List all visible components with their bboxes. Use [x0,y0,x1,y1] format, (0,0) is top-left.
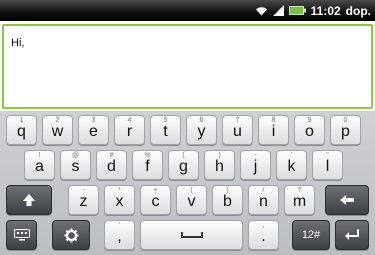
space-bar-icon [141,221,242,249]
key-d[interactable]: # d [96,150,127,180]
message-text: Hi, [11,37,25,49]
comma-key-label: , [117,228,122,245]
key-o[interactable]: 9 o [294,115,325,145]
key-b[interactable]: ) b [212,185,243,215]
keyboard-icon [7,221,36,249]
key-u[interactable]: 7 u [222,115,253,145]
key-e-label: e [89,123,98,140]
comma-key[interactable]: ' , [104,220,135,250]
key-c-label: c [151,193,160,210]
key-m-label: m [292,193,307,210]
key-x[interactable]: * x [104,185,135,215]
key-p-label: p [341,123,350,140]
key-u-label: u [233,123,242,140]
space-key[interactable] [140,220,243,250]
keyboard: 1 q 2 w 3 e 4 r 5 t 6 y 7 u 8 i 9 o 0 p … [0,111,375,255]
key-h-label: h [215,158,224,175]
key-p[interactable]: 0 p [330,115,361,145]
key-i-label: i [271,123,276,140]
battery-icon [288,6,306,15]
key-a[interactable]: ! a [24,150,55,180]
gear-icon [53,221,89,249]
shift-icon [7,186,51,214]
key-t[interactable]: 5 t [150,115,181,145]
key-n[interactable]: / n [248,185,279,215]
key-j-label: j [253,158,258,175]
enter-icon [336,221,368,249]
status-area: 11:02 dop. [255,2,371,19]
shift-key[interactable] [6,185,52,215]
key-e[interactable]: 3 e [78,115,109,145]
key-w[interactable]: 2 w [42,115,73,145]
key-f-label: f [145,158,150,175]
key-s-label: s [71,158,80,175]
key-l-label: l [325,158,330,175]
key-f[interactable]: % f [132,150,163,180]
key-s[interactable]: @ s [60,150,91,180]
message-input[interactable]: Hi, [2,24,373,109]
status-bar: 11:02 dop. [0,0,375,21]
key-w-label: w [51,123,64,140]
key-l[interactable]: " l [312,150,343,180]
wifi-icon [255,5,268,16]
key-g[interactable]: ( g [168,150,199,180]
key-q[interactable]: 1 q [6,115,37,145]
key-n-label: n [259,193,268,210]
numbers-key[interactable]: 12# [292,220,330,250]
key-m[interactable]: ? m [284,185,315,215]
key-x-label: x [115,193,124,210]
key-k[interactable]: ' k [276,150,307,180]
key-b-label: b [223,193,232,210]
backspace-icon [326,186,368,214]
signal-icon [272,5,284,16]
key-g-label: g [179,158,188,175]
settings-key[interactable] [52,220,90,250]
key-j[interactable]: - j [240,150,271,180]
key-r[interactable]: 4 r [114,115,145,145]
key-z[interactable]: - z [68,185,99,215]
clock-ampm: dop. [345,3,371,18]
key-v[interactable]: ( v [176,185,207,215]
key-c[interactable]: + c [140,185,171,215]
key-t-label: t [163,123,168,140]
numbers-key-label: 12# [301,229,321,241]
key-a-label: a [35,158,44,175]
key-y-label: y [197,123,206,140]
period-key[interactable]: , . [248,220,279,250]
key-h[interactable]: ) h [204,150,235,180]
key-q-label: q [17,123,26,140]
keyboard-settings-key[interactable] [6,220,37,250]
period-key-label: . [261,228,266,245]
key-r-label: r [126,123,133,140]
backspace-key[interactable] [325,185,369,215]
key-i[interactable]: 8 i [258,115,289,145]
key-v-label: v [187,193,196,210]
key-k-label: k [287,158,296,175]
clock-time: 11:02 [310,3,341,18]
key-d-label: d [107,158,116,175]
key-o-label: o [305,123,314,140]
enter-key[interactable] [335,220,369,250]
key-y[interactable]: 6 y [186,115,217,145]
key-z-label: z [79,193,88,210]
